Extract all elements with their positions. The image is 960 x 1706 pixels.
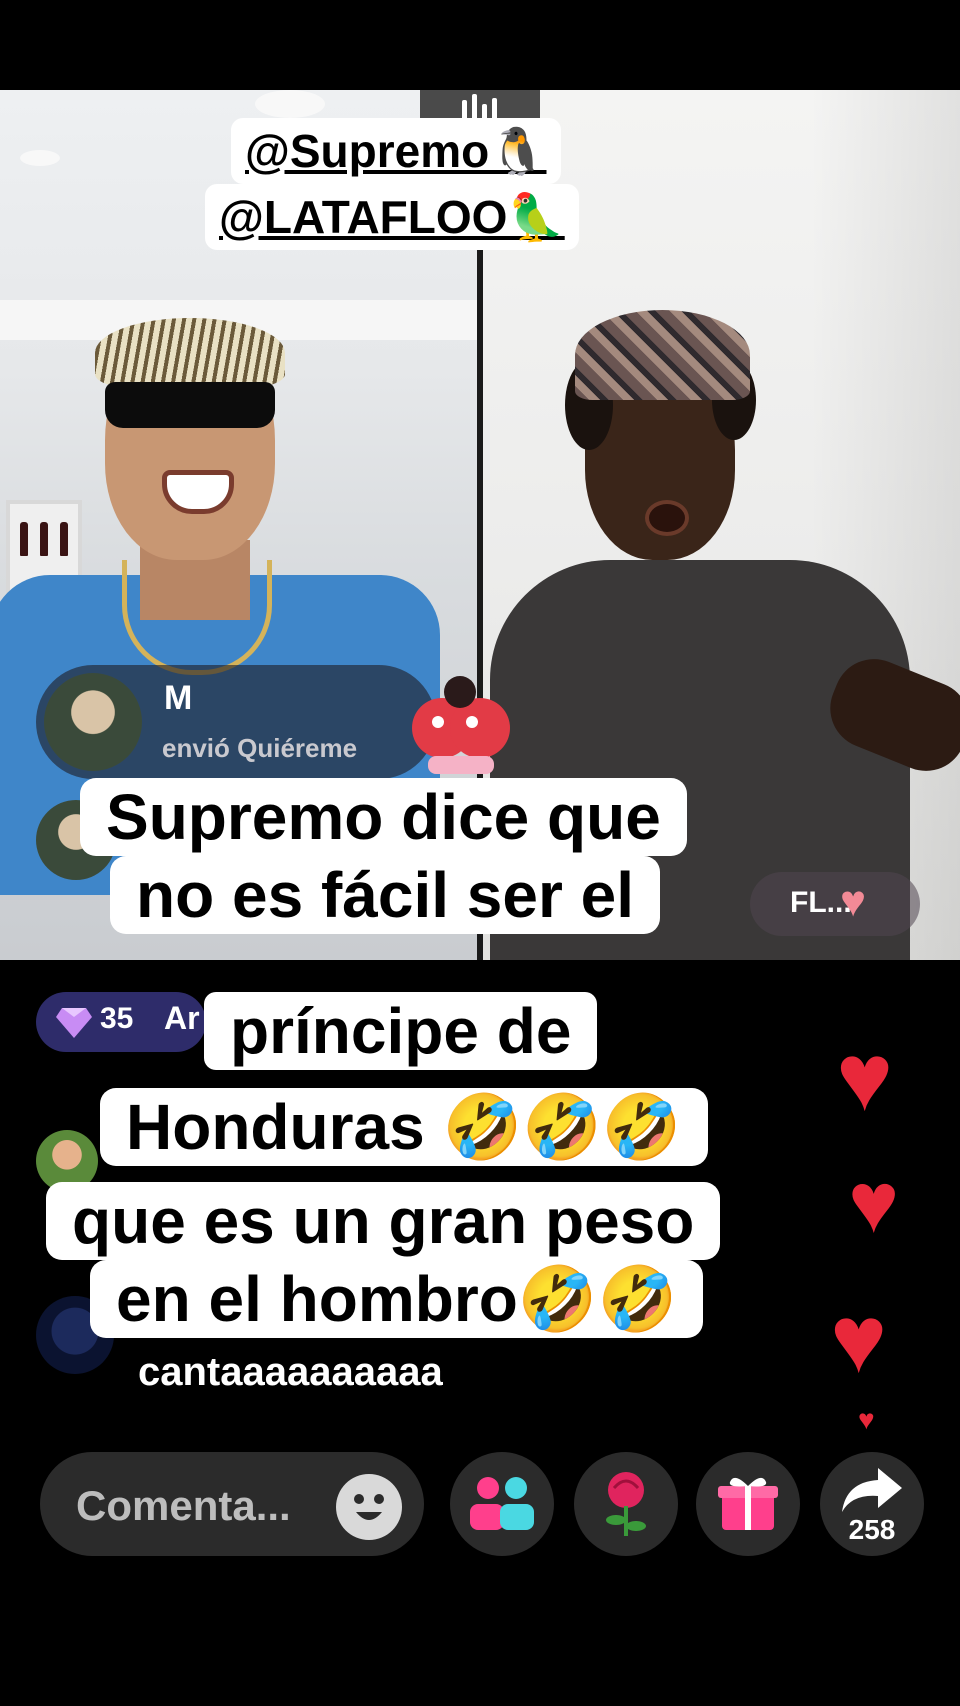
level-count: 35 [100,1002,134,1035]
emoji-icon[interactable] [336,1474,402,1540]
sunglasses [105,382,275,428]
heart-icon: ♥ [840,877,867,926]
left-person-hair [95,318,285,388]
share-button[interactable]: 258 [820,1452,924,1556]
guest-badge[interactable]: FL... ♥ [750,872,920,936]
viewer-level-badge[interactable]: 35 Ar [36,992,206,1052]
rose-gift-button[interactable] [574,1452,678,1556]
caption-line-1: Supremo dice que [80,778,687,856]
ceiling-lamp [255,90,325,118]
ceiling-lamp [20,150,60,166]
rose-gift-icon [606,1472,646,1536]
gift-notification: M envió Quiéreme [36,665,436,779]
diamond-icon [56,1008,92,1038]
avatar[interactable] [44,673,142,771]
guests-button[interactable] [450,1452,554,1556]
gift-button[interactable] [696,1452,800,1556]
caption-line-6: en el hombro🤣🤣 [90,1260,704,1338]
caption-line-2: no es fácil ser el [110,856,661,934]
caption-line-4: Honduras 🤣🤣🤣 [100,1088,708,1166]
comment-placeholder: Comenta... [76,1482,291,1529]
comment-input[interactable]: Comenta... [40,1452,424,1556]
caption-line-5: que es un gran peso [46,1182,721,1260]
caption-line-3: príncipe de [204,992,598,1070]
heart-icon: ♥ [830,1286,887,1393]
gift-message: envió Quiéreme [162,733,358,763]
guests-icon [470,1477,534,1530]
gift-box-icon [718,1477,778,1530]
heart-icon: ♥ [848,1155,900,1251]
quiereme-gift-sticker [412,676,510,774]
heart-icon: ♥ [858,1404,875,1435]
tag-supremo[interactable]: @Supremo🐧 [231,118,561,184]
right-person-mouth [645,500,689,536]
share-arrow-icon [842,1468,902,1512]
comment-text: cantaaaaaaaaaa [138,1350,443,1394]
heart-icon: ♥ [836,1024,893,1131]
viewer-name: Ar [164,1000,200,1036]
gift-sender-name: M [164,679,193,717]
username-tags: @Supremo🐧 @LATAFLOO🦜 [205,118,635,258]
patterned-cap [575,310,750,400]
tag-latafloo[interactable]: @LATAFLOO🦜 [205,184,579,250]
share-count: 258 [848,1514,896,1545]
